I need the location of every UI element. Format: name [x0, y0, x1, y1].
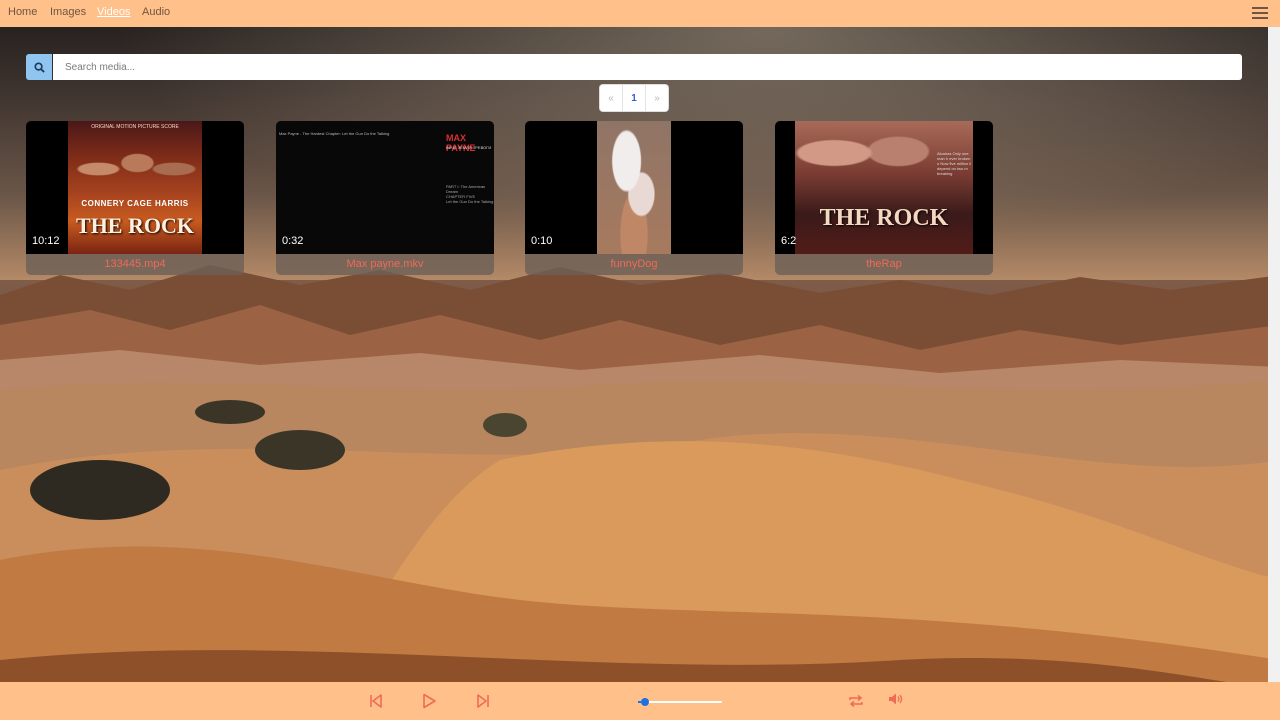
search-bar [26, 54, 1242, 80]
play-icon [423, 693, 436, 709]
poster-cast: CONNERY CAGE HARRIS [81, 199, 189, 208]
video-card[interactable]: Alcatraz Only one man h ever broken o No… [775, 121, 993, 275]
skip-previous-button[interactable] [367, 692, 385, 710]
search-input[interactable] [53, 54, 1242, 80]
pagination-prev[interactable]: « [600, 85, 623, 111]
volume-icon [889, 693, 903, 705]
top-nav: Home Images Videos Audio [0, 0, 1280, 27]
sand-dunes [0, 380, 1280, 720]
video-title[interactable]: Max payne.mkv [276, 254, 494, 275]
chapter-name: Let the Gun Do the Talking [446, 199, 494, 204]
frame-subtitle: ВЕЧЕ ЗЕМЛЯ ТРЕВОГИ [446, 145, 492, 150]
dog-image [597, 121, 671, 254]
nav-link-images[interactable]: Images [50, 6, 86, 18]
video-frame: Max Payne - The Hardest Chapter: Let the… [276, 121, 494, 254]
nav-link-videos[interactable]: Videos [97, 6, 130, 18]
menu-icon[interactable] [1252, 4, 1268, 22]
poster-text: Alcatraz Only one man h ever broken o No… [937, 151, 972, 176]
frame-logo: MAX PAYNE [446, 133, 476, 153]
pagination-next[interactable]: » [646, 85, 668, 111]
frame-header-text: Max Payne - The Hardest Chapter: Let the… [279, 131, 390, 136]
skip-next-button[interactable] [474, 692, 492, 710]
video-thumbnail[interactable]: ORIGINAL MOTION PICTURE SCORE CONNERY CA… [26, 121, 244, 254]
seek-knob[interactable] [641, 698, 650, 706]
video-card[interactable]: 0:10 funnyDog [525, 121, 743, 275]
poster-title: THE ROCK [76, 213, 194, 238]
repeat-button[interactable] [847, 692, 865, 710]
nav-link-home[interactable]: Home [8, 6, 37, 18]
video-thumbnail[interactable]: 0:10 [525, 121, 743, 254]
video-card[interactable]: ORIGINAL MOTION PICTURE SCORE CONNERY CA… [26, 121, 244, 275]
chapter-part: PART I: The American Dream [446, 184, 486, 194]
pagination-page-1[interactable]: 1 [623, 85, 646, 111]
video-title[interactable]: 133445.mp4 [26, 254, 244, 275]
seek-track[interactable] [638, 701, 722, 703]
search-button[interactable] [26, 54, 52, 80]
pagination: « 1 » [600, 85, 668, 111]
repeat-icon [849, 694, 863, 708]
poster-title: THE ROCK [819, 205, 949, 231]
video-thumbnail[interactable]: Alcatraz Only one man h ever broken o No… [775, 121, 993, 254]
skip-previous-icon [370, 694, 382, 708]
scrollbar[interactable] [1268, 27, 1280, 682]
poster-text: ORIGINAL MOTION PICTURE SCORE [91, 124, 179, 130]
seek-slider[interactable] [638, 698, 722, 706]
video-duration: 6:2 [781, 235, 797, 247]
frame-chapter: PART I: The American Dream CHAPTER FIVE … [446, 184, 494, 204]
poster-faces [74, 139, 196, 199]
play-button[interactable] [420, 692, 438, 710]
poster-image: ORIGINAL MOTION PICTURE SCORE CONNERY CA… [68, 121, 202, 254]
video-duration: 0:10 [531, 235, 553, 247]
video-title[interactable]: funnyDog [525, 254, 743, 275]
nav-link-audio[interactable]: Audio [142, 6, 170, 18]
video-thumbnail[interactable]: Max Payne - The Hardest Chapter: Let the… [276, 121, 494, 254]
search-icon [33, 61, 45, 73]
poster-image: Alcatraz Only one man h ever broken o No… [795, 121, 973, 254]
video-duration: 0:32 [282, 235, 304, 247]
video-duration: 10:12 [32, 235, 60, 247]
video-card[interactable]: Max Payne - The Hardest Chapter: Let the… [276, 121, 494, 275]
volume-button[interactable] [887, 690, 905, 708]
skip-next-icon [477, 694, 489, 708]
video-title[interactable]: theRap [775, 254, 993, 275]
